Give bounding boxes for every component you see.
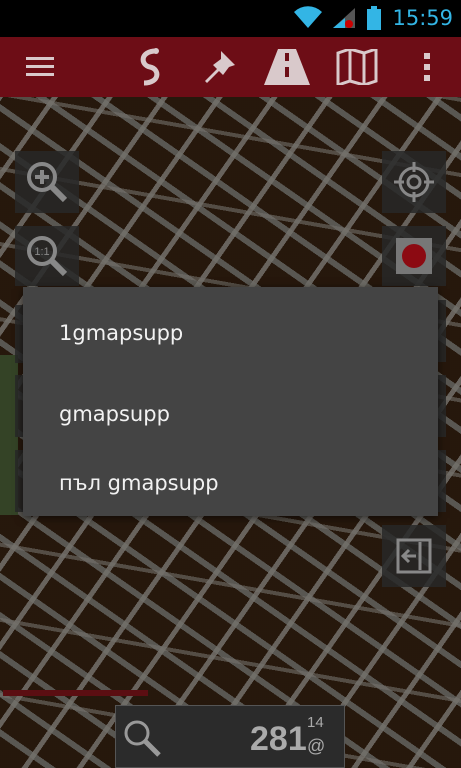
maps-button[interactable]	[334, 45, 380, 89]
altitude-superscript: 14	[307, 714, 324, 731]
signal-icon	[331, 6, 357, 34]
progress-bar	[3, 690, 148, 696]
at-symbol: @	[307, 736, 326, 756]
route-button[interactable]	[127, 45, 173, 89]
overflow-menu-button[interactable]	[404, 45, 450, 89]
altitude-value: 281	[250, 720, 307, 758]
locate-button[interactable]	[382, 151, 446, 213]
zoom-1to1-button[interactable]: 1:1	[15, 226, 79, 286]
waypoint-button[interactable]	[196, 45, 242, 89]
zoom-in-button[interactable]	[15, 151, 79, 213]
more-vert-icon	[424, 53, 430, 81]
clock: 15:59	[392, 6, 453, 30]
menu-button[interactable]	[17, 45, 63, 89]
dialog-item-1gmapsupp[interactable]: 1gmapsupp	[23, 287, 438, 379]
track-button[interactable]	[264, 45, 310, 89]
map-selection-dialog: 1gmapsupp gmapsupp пъл gmapsupp	[23, 287, 438, 516]
search-icon[interactable]	[122, 718, 162, 762]
record-button[interactable]	[382, 226, 446, 286]
battery-icon	[367, 6, 381, 34]
crosshair-icon	[394, 162, 434, 202]
hamburger-icon	[26, 57, 54, 76]
map-icon	[336, 49, 378, 85]
exit-panel-icon	[396, 538, 432, 574]
status-bar: 15:59	[0, 0, 461, 37]
pin-icon	[205, 51, 235, 83]
svg-text:1:1: 1:1	[34, 246, 49, 258]
info-panel[interactable]: 281 14 @	[115, 705, 345, 768]
route-icon	[140, 48, 160, 86]
record-icon	[396, 238, 432, 274]
zoom-in-icon	[27, 162, 68, 203]
zoom-reset-icon: 1:1	[27, 236, 68, 277]
panel-toggle-button[interactable]	[382, 525, 446, 587]
toolbar	[0, 37, 461, 97]
wifi-icon	[292, 6, 324, 34]
dialog-item-gmapsupp[interactable]: gmapsupp	[23, 379, 438, 448]
dialog-item-full-gmapsupp[interactable]: пъл gmapsupp	[23, 448, 438, 517]
road-icon	[264, 49, 310, 85]
